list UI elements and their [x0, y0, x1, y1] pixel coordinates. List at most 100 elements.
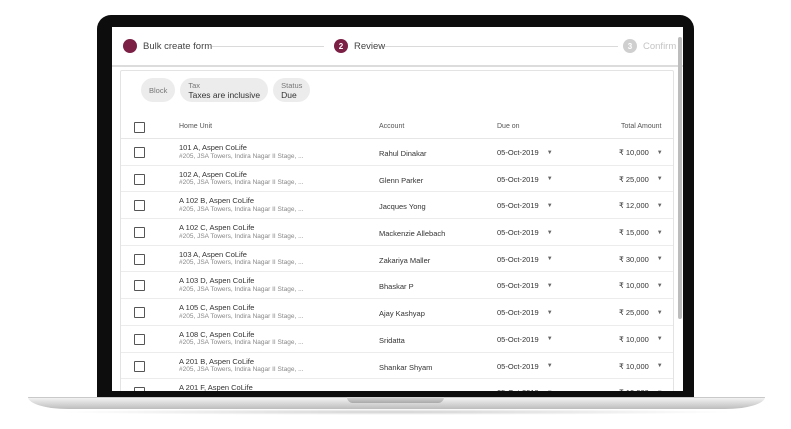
due-date-value: 05-Oct-2019 — [497, 308, 539, 318]
amount-dropdown[interactable]: ₹ 25,000 ▼ — [619, 175, 663, 184]
chevron-down-icon: ▼ — [546, 336, 553, 343]
laptop-shadow — [55, 409, 738, 415]
unit-address: #205, JSA Towers, Indira Nagar II Stage,… — [179, 179, 304, 187]
account-cell: Zakariya Maller — [379, 255, 431, 265]
amount-value: ₹ 10,000 — [619, 388, 649, 391]
table-row: A 102 B, Aspen CoLife #205, JSA Towers, … — [121, 192, 673, 220]
filter-chip-tax[interactable]: Tax Taxes are inclusive — [180, 78, 269, 102]
amount-dropdown[interactable]: ₹ 10,000 ▼ — [619, 148, 663, 157]
account-cell: Mackenzie Allebach — [379, 229, 446, 239]
chevron-down-icon: ▼ — [546, 282, 553, 289]
chip-label: Tax — [188, 80, 201, 90]
table-row: 103 A, Aspen CoLife #205, JSA Towers, In… — [121, 246, 673, 273]
unit-name: A 201 B, Aspen CoLife — [179, 356, 255, 366]
due-date-value: 05-Oct-2019 — [497, 174, 539, 184]
unit-address: #205, JSA Towers, Indira Nagar II Stage,… — [179, 259, 304, 267]
table-row: A 201 F, Aspen CoLife 05-Oct-2019 ▼ ₹ 10… — [121, 379, 673, 391]
scrollbar[interactable] — [678, 37, 682, 319]
column-account[interactable]: Account — [379, 123, 404, 130]
filter-chip-status[interactable]: Status Due — [273, 78, 311, 102]
stepper: Bulk create form 2 Review 3 Confirm — [112, 27, 683, 67]
row-checkbox[interactable] — [134, 253, 145, 265]
row-checkbox[interactable] — [134, 280, 145, 292]
amount-value: ₹ 10,000 — [619, 334, 649, 344]
due-date-dropdown[interactable]: 05-Oct-2019 ▼ — [497, 228, 553, 237]
amount-dropdown[interactable]: ₹ 12,000 ▼ — [619, 201, 663, 210]
laptop-screen: Bulk create form 2 Review 3 Confirm Bloc… — [112, 27, 683, 391]
due-date-value: 05-Oct-2019 — [497, 254, 539, 264]
amount-value: ₹ 10,000 — [619, 281, 649, 291]
amount-value: ₹ 12,000 — [619, 201, 649, 211]
table-row: A 108 C, Aspen CoLife #205, JSA Towers, … — [121, 326, 673, 353]
chevron-down-icon: ▼ — [657, 390, 663, 391]
row-checkbox[interactable] — [134, 360, 145, 372]
row-checkbox[interactable] — [134, 333, 145, 345]
due-date-dropdown[interactable]: 05-Oct-2019 ▼ — [497, 362, 553, 371]
amount-value: ₹ 25,000 — [619, 308, 649, 318]
table-body: 101 A, Aspen CoLife #205, JSA Towers, In… — [121, 139, 673, 391]
row-checkbox[interactable] — [134, 227, 145, 239]
due-date-dropdown[interactable]: 05-Oct-2019 ▼ — [497, 308, 553, 317]
step-done-icon — [123, 39, 137, 53]
column-total-amount[interactable]: Total Amount — [621, 123, 661, 130]
step-label: Confirm — [643, 40, 677, 52]
due-date-dropdown[interactable]: 05-Oct-2019 ▼ — [497, 175, 553, 184]
step-confirm[interactable]: 3 Confirm — [623, 39, 676, 53]
step-bulk-create-form[interactable]: Bulk create form — [123, 39, 212, 53]
table-row: A 201 B, Aspen CoLife #205, JSA Towers, … — [121, 353, 673, 380]
amount-dropdown[interactable]: ₹ 30,000 ▼ — [619, 255, 663, 264]
amount-dropdown[interactable]: ₹ 25,000 ▼ — [619, 308, 663, 317]
chevron-down-icon: ▼ — [656, 363, 663, 369]
column-due-on[interactable]: Due on — [497, 123, 520, 130]
row-checkbox[interactable] — [134, 147, 145, 158]
home-unit-cell: A 108 C, Aspen CoLife #205, JSA Towers, … — [179, 330, 304, 348]
due-date-value: 05-Oct-2019 — [497, 148, 539, 157]
row-checkbox[interactable] — [134, 307, 145, 319]
due-date-dropdown[interactable]: 05-Oct-2019 ▼ — [497, 255, 553, 264]
home-unit-cell: A 201 F, Aspen CoLife — [179, 384, 253, 391]
step-review[interactable]: 2 Review — [334, 39, 385, 53]
amount-dropdown[interactable]: ₹ 10,000 ▼ — [619, 362, 663, 371]
chip-label: Status — [281, 80, 303, 90]
select-all-checkbox[interactable] — [134, 122, 145, 133]
chevron-down-icon: ▼ — [656, 176, 663, 183]
row-checkbox[interactable] — [134, 173, 145, 185]
chip-label: Block — [149, 85, 168, 95]
home-unit-cell: A 102 B, Aspen CoLife #205, JSA Towers, … — [179, 197, 304, 214]
due-date-value: 05-Oct-2019 — [497, 228, 539, 238]
home-unit-cell: A 103 D, Aspen CoLife #205, JSA Towers, … — [179, 277, 304, 294]
amount-value: ₹ 30,000 — [619, 254, 649, 264]
due-date-dropdown[interactable]: 05-Oct-2019 ▼ — [497, 281, 553, 290]
due-date-dropdown[interactable]: 05-Oct-2019 ▼ — [497, 148, 553, 157]
filter-chip-block[interactable]: Block — [141, 78, 176, 102]
unit-address: #205, JSA Towers, Indira Nagar II Stage,… — [179, 285, 304, 293]
chevron-down-icon: ▼ — [546, 363, 553, 369]
amount-dropdown[interactable]: ₹ 10,000 ▼ — [619, 335, 663, 344]
chevron-down-icon: ▼ — [546, 176, 553, 183]
unit-address: #205, JSA Towers, Indira Nagar II Stage,… — [179, 152, 304, 160]
unit-name: A 102 B, Aspen CoLife — [179, 196, 255, 206]
due-date-dropdown[interactable]: 05-Oct-2019 ▼ — [497, 335, 553, 344]
due-date-dropdown[interactable]: 05-Oct-2019 ▼ — [497, 388, 553, 391]
unit-name: A 102 C, Aspen CoLife — [179, 223, 255, 233]
account-cell: Sridatta — [379, 335, 405, 345]
unit-name: A 105 C, Aspen CoLife — [179, 303, 255, 313]
filter-chips: Block Tax Taxes are inclusive Status Due — [141, 78, 311, 102]
chevron-down-icon: ▼ — [546, 149, 553, 156]
amount-dropdown[interactable]: ₹ 10,000 ▼ — [619, 388, 663, 391]
unit-address: #205, JSA Towers, Indira Nagar II Stage,… — [179, 366, 304, 373]
due-date-value: 05-Oct-2019 — [497, 388, 539, 391]
amount-dropdown[interactable]: ₹ 10,000 ▼ — [619, 281, 663, 290]
unit-name: 102 A, Aspen CoLife — [179, 169, 247, 179]
account-cell: Glenn Parker — [379, 175, 424, 185]
step-label: Bulk create form — [143, 40, 213, 52]
row-checkbox[interactable] — [134, 200, 145, 212]
amount-dropdown[interactable]: ₹ 15,000 ▼ — [619, 228, 663, 237]
row-checkbox[interactable] — [134, 387, 145, 391]
table-header: Home Unit Account Due on Total Amount — [121, 115, 673, 139]
due-date-dropdown[interactable]: 05-Oct-2019 ▼ — [497, 201, 553, 210]
step-number-badge: 2 — [334, 39, 348, 53]
unit-name: 101 A, Aspen CoLife — [179, 143, 247, 152]
step-number-badge: 3 — [623, 39, 637, 53]
column-home-unit[interactable]: Home Unit — [179, 123, 212, 130]
